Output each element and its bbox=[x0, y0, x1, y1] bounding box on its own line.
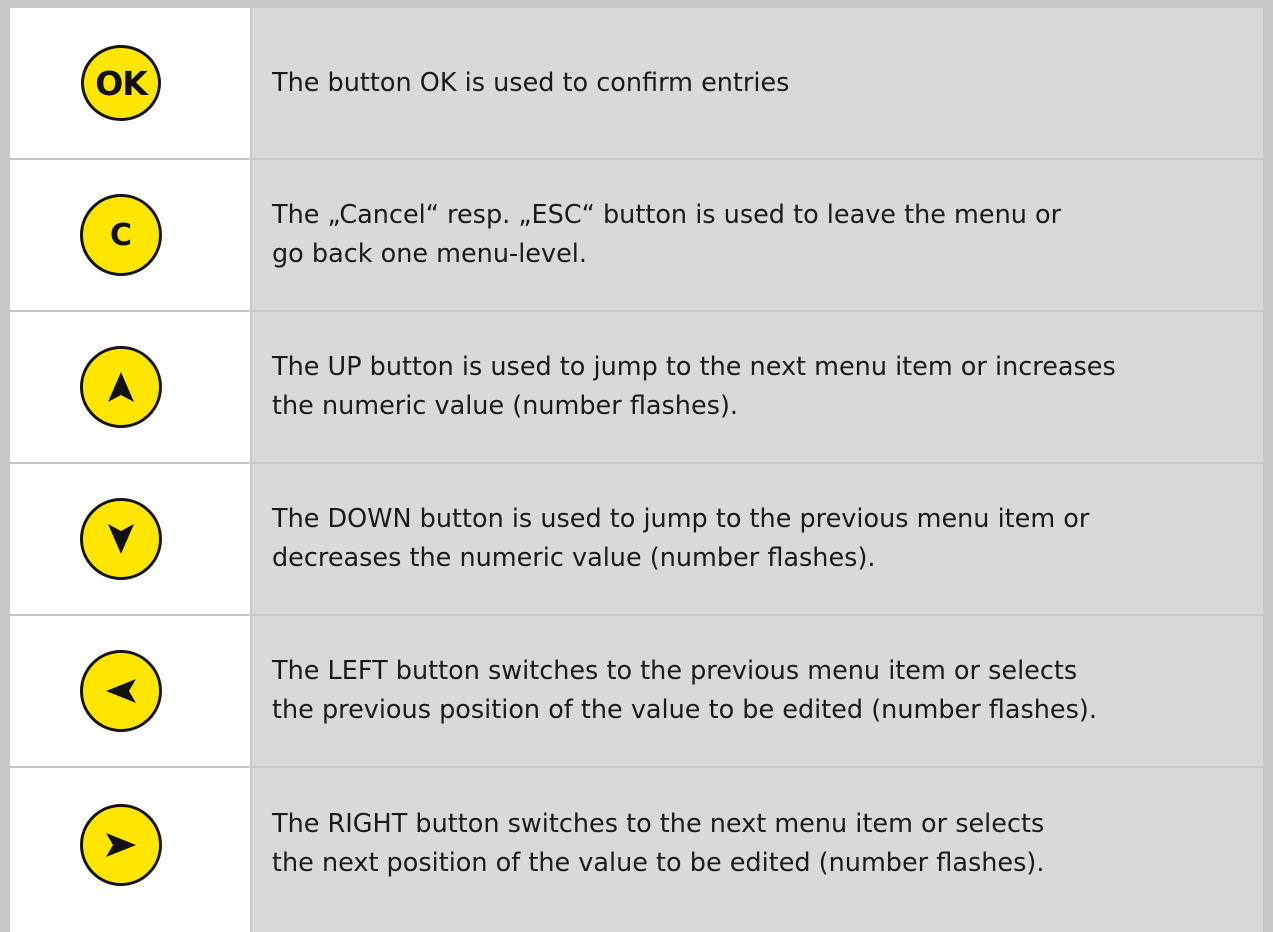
ok-button-icon: OK bbox=[81, 45, 161, 121]
up-description: The UP button is used to jump to the nex… bbox=[272, 352, 1116, 421]
right-arrow-glyph bbox=[106, 833, 136, 857]
left-arrow-icon bbox=[80, 650, 162, 732]
down-arrow-icon bbox=[80, 498, 162, 580]
icon-cell bbox=[10, 312, 250, 462]
table-row-cancel: C The „Cancel“ resp. „ESC“ button is use… bbox=[10, 160, 1263, 310]
left-description: The LEFT button switches to the previous… bbox=[272, 656, 1097, 725]
table-row-ok: OK The button OK is used to confirm entr… bbox=[10, 8, 1263, 158]
description-cell: The UP button is used to jump to the nex… bbox=[252, 312, 1263, 462]
cancel-button-label: C bbox=[109, 217, 133, 253]
table-row-right: The RIGHT button switches to the next me… bbox=[10, 768, 1263, 932]
icon-cell bbox=[10, 768, 250, 932]
table-row-up: The UP button is used to jump to the nex… bbox=[10, 312, 1263, 462]
description-cell: The LEFT button switches to the previous… bbox=[252, 616, 1263, 766]
up-arrow-glyph bbox=[108, 372, 134, 402]
down-arrow-glyph bbox=[108, 524, 134, 554]
right-description: The RIGHT button switches to the next me… bbox=[272, 809, 1045, 878]
left-arrow-glyph bbox=[106, 679, 136, 703]
ok-button-label: OK bbox=[95, 63, 148, 103]
table-row-down: The DOWN button is used to jump to the p… bbox=[10, 464, 1263, 614]
ok-description: The button OK is used to confirm entries bbox=[272, 67, 790, 98]
icon-cell bbox=[10, 464, 250, 614]
cancel-description: The „Cancel“ resp. „ESC“ button is used … bbox=[272, 200, 1062, 269]
icon-cell: C bbox=[10, 160, 250, 310]
up-arrow-icon bbox=[80, 346, 162, 428]
description-cell: The DOWN button is used to jump to the p… bbox=[252, 464, 1263, 614]
table-row-left: The LEFT button switches to the previous… bbox=[10, 616, 1263, 766]
icon-cell bbox=[10, 616, 250, 766]
down-description: The DOWN button is used to jump to the p… bbox=[272, 504, 1090, 573]
icon-cell: OK bbox=[10, 8, 250, 158]
description-cell: The „Cancel“ resp. „ESC“ button is used … bbox=[252, 160, 1263, 310]
cancel-button-icon: C bbox=[80, 194, 162, 276]
button-reference-table: OK The button OK is used to confirm entr… bbox=[0, 0, 1273, 932]
description-cell: The button OK is used to confirm entries bbox=[252, 8, 1263, 158]
right-arrow-icon bbox=[80, 804, 162, 886]
description-cell: The RIGHT button switches to the next me… bbox=[252, 768, 1263, 932]
